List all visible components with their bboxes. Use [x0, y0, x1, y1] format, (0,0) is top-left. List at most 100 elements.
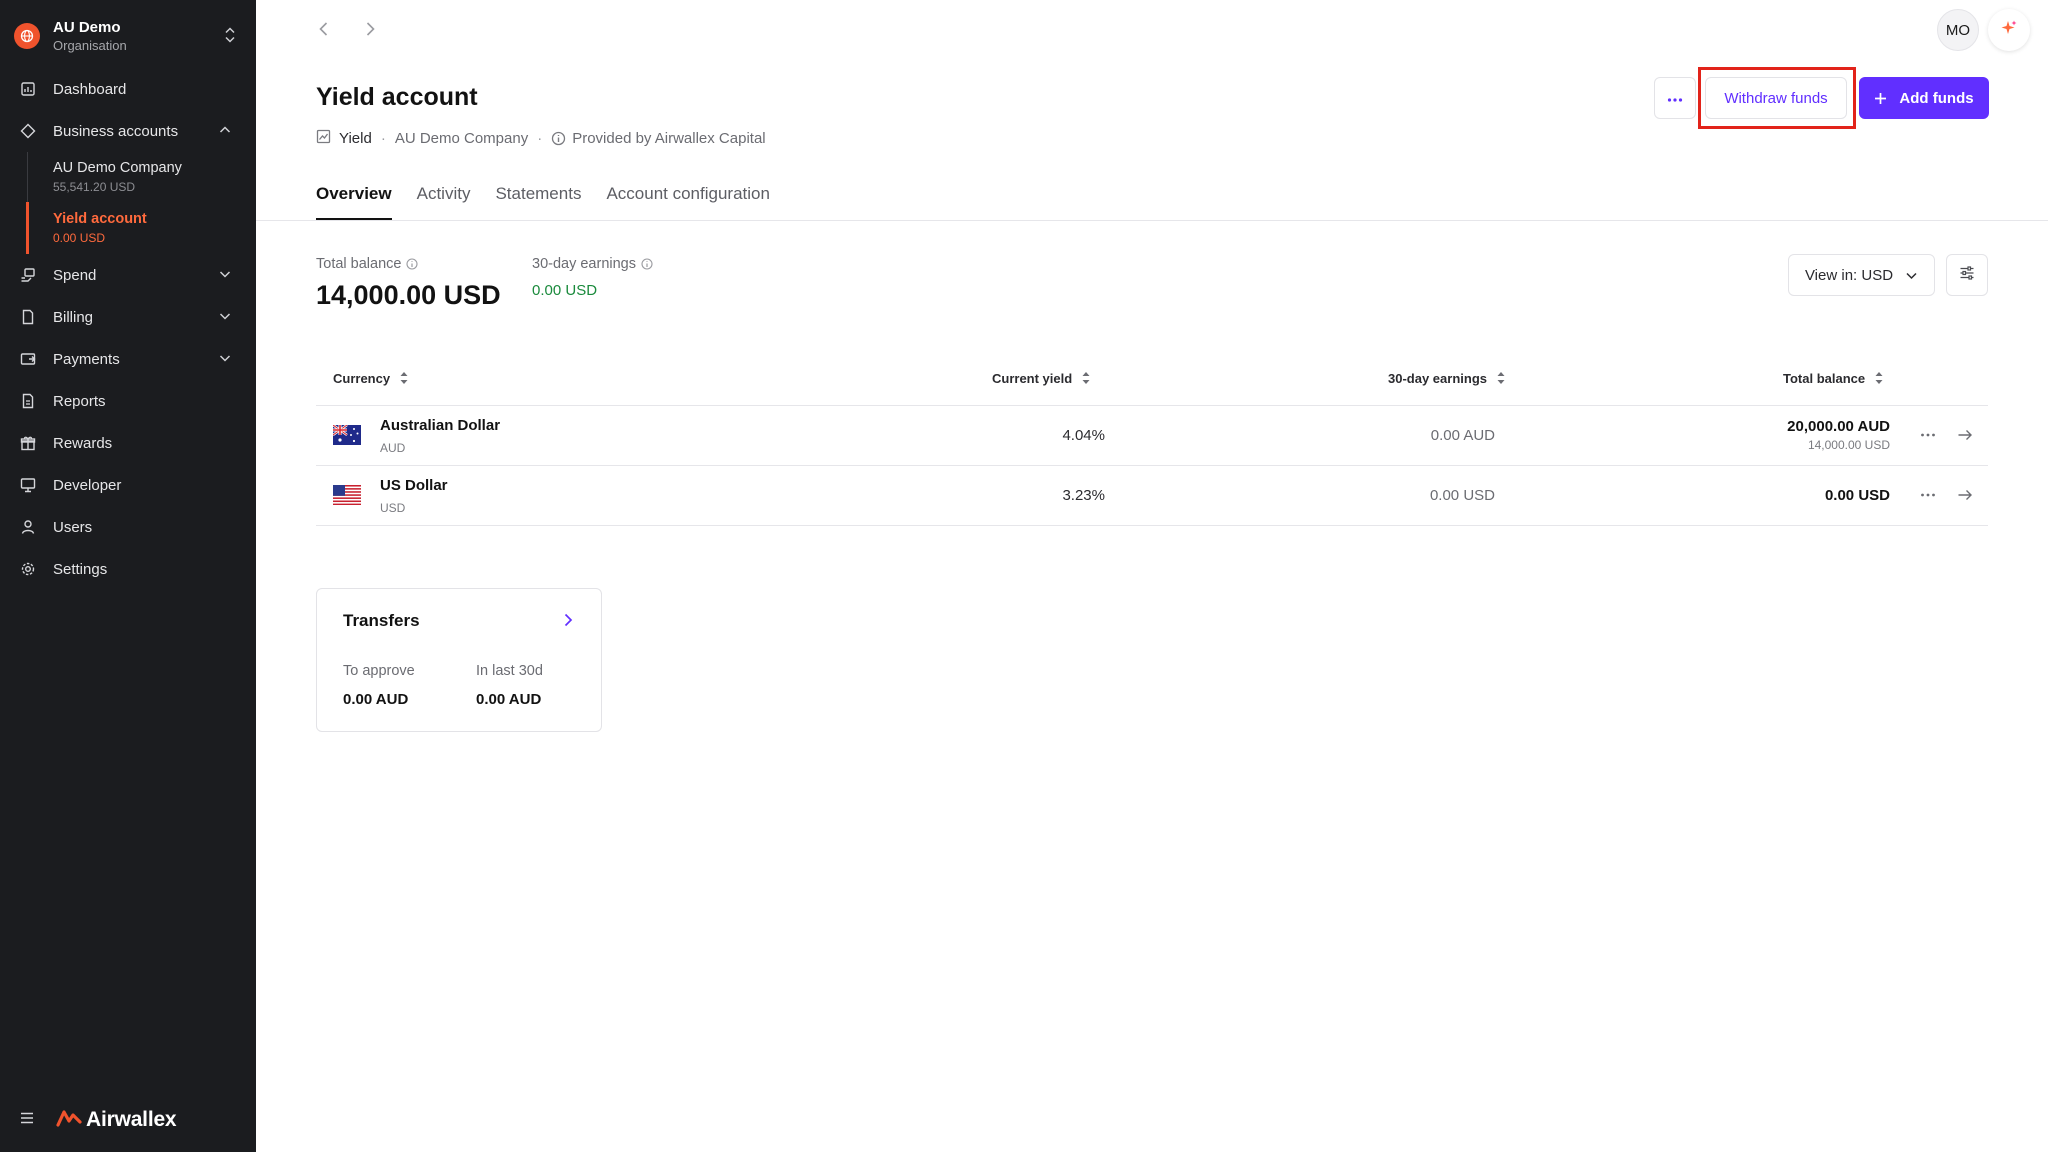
globe-icon — [14, 23, 40, 49]
account-balance: 55,541.20 USD — [53, 180, 136, 194]
row-more-icon[interactable] — [1920, 427, 1936, 448]
last-30d-label: In last 30d — [476, 663, 543, 679]
tab-bar: Overview Activity Statements Account con… — [316, 176, 795, 220]
meta-separator: · — [537, 130, 543, 147]
sidebar-item-settings[interactable]: Settings — [0, 548, 256, 590]
column-header-currency[interactable]: Currency — [333, 370, 409, 386]
info-icon[interactable] — [641, 258, 653, 270]
sidebar-item-label: Spend — [53, 266, 97, 284]
transfers-card: Transfers To approve 0.00 AUD In last 30… — [316, 588, 602, 732]
sparkle-icon — [2000, 19, 2018, 42]
add-funds-label: Add funds — [1899, 89, 1974, 107]
earnings-value: 0.00 USD — [532, 282, 598, 299]
sidebar-subitem-au-demo-company[interactable]: AU Demo Company 55,541.20 USD — [53, 152, 256, 203]
chevron-right-icon[interactable] — [561, 611, 575, 634]
column-header-current-yield[interactable]: Current yield — [992, 370, 1091, 386]
filter-settings-button[interactable] — [1946, 254, 1988, 296]
to-approve-block: To approve 0.00 AUD — [343, 663, 415, 708]
sidebar-item-billing[interactable]: Billing — [0, 296, 256, 338]
meta-separator: · — [380, 130, 386, 147]
column-header-30-day-earnings[interactable]: 30-day earnings — [1388, 370, 1506, 386]
gift-icon — [20, 435, 36, 451]
balance-value: 20,000.00 AUD — [1787, 418, 1890, 435]
more-actions-button[interactable] — [1654, 77, 1696, 119]
chevron-right-icon[interactable] — [362, 20, 378, 43]
sliders-icon — [1959, 265, 1975, 285]
currency-code: USD — [380, 501, 406, 515]
sort-icon — [399, 370, 409, 386]
gear-icon — [20, 561, 36, 577]
table-row[interactable]: US Dollar USD 3.23% 0.00 USD 0.00 USD — [316, 466, 1988, 526]
column-header-label: Total balance — [1783, 370, 1866, 386]
sidebar-item-business-accounts[interactable]: Business accounts — [0, 110, 256, 152]
table-row[interactable]: Australian Dollar AUD 4.04% 0.00 AUD 20,… — [316, 406, 1988, 466]
add-funds-button[interactable]: Add funds — [1859, 77, 1989, 119]
info-icon[interactable] — [406, 258, 419, 270]
tab-statements[interactable]: Statements — [495, 176, 581, 220]
column-header-total-balance[interactable]: Total balance — [1783, 370, 1884, 386]
earnings-block: 30-day earnings 0.00 USD — [532, 256, 653, 299]
dashboard-icon — [20, 81, 36, 97]
tabs-divider — [256, 220, 2048, 221]
account-type: Yield — [339, 130, 372, 147]
sidebar-item-developer[interactable]: Developer — [0, 464, 256, 506]
transfer-icon — [20, 351, 36, 367]
chevron-up-icon — [218, 123, 232, 142]
view-currency-select[interactable]: View in: USD — [1788, 254, 1935, 296]
sidebar: AU Demo Organisation Dashboard Business … — [0, 0, 256, 1152]
sort-icon — [1081, 370, 1091, 386]
chevron-down-icon — [218, 309, 232, 328]
sidebar-item-label: Reports — [53, 392, 106, 410]
business-accounts-subnav: AU Demo Company 55,541.20 USD Yield acco… — [0, 152, 256, 254]
row-more-icon[interactable] — [1920, 487, 1936, 508]
chevron-left-icon[interactable] — [316, 20, 332, 43]
total-balance-value: 14,000.00 USD — [316, 280, 501, 310]
ai-assistant-button[interactable] — [1988, 9, 2030, 51]
arrow-right-icon[interactable] — [1957, 426, 1973, 449]
account-balance: 0.00 USD — [53, 231, 106, 245]
subnav-active-indicator — [26, 202, 29, 254]
total-balance-label-text: Total balance — [316, 256, 402, 272]
account-name: AU Demo Company — [53, 160, 182, 176]
table-header: Currency Current yield 30-day earnings T… — [316, 356, 1988, 406]
org-switcher[interactable]: AU Demo Organisation — [14, 16, 242, 56]
sidebar-item-users[interactable]: Users — [0, 506, 256, 548]
tab-activity[interactable]: Activity — [417, 176, 471, 220]
column-header-label: Current yield — [992, 370, 1073, 386]
last-30d-value: 0.00 AUD — [476, 691, 542, 708]
user-icon — [20, 519, 36, 535]
hamburger-menu-icon[interactable] — [20, 1111, 34, 1129]
org-name: AU Demo — [53, 18, 121, 36]
airwallex-logo: Airwallex — [56, 1108, 177, 1132]
brand-name: Airwallex — [86, 1108, 177, 1131]
diamond-icon — [20, 123, 36, 139]
sidebar-item-payments[interactable]: Payments — [0, 338, 256, 380]
currency-name: US Dollar — [380, 477, 448, 494]
tab-overview[interactable]: Overview — [316, 176, 392, 220]
to-approve-value: 0.00 AUD — [343, 691, 409, 708]
currency-name: Australian Dollar — [380, 417, 501, 434]
sidebar-item-spend[interactable]: Spend — [0, 254, 256, 296]
sidebar-item-label: Rewards — [53, 434, 113, 452]
sidebar-item-label: Users — [53, 518, 93, 536]
column-header-label: Currency — [333, 370, 391, 386]
balance-value: 0.00 USD — [1824, 487, 1890, 504]
sidebar-item-label: Dashboard — [53, 80, 127, 98]
sidebar-nav: Dashboard Business accounts AU Demo Comp… — [0, 68, 256, 590]
page-title: Yield account — [316, 83, 478, 111]
sidebar-subitem-yield-account[interactable]: Yield account 0.00 USD — [53, 203, 256, 254]
sidebar-item-label: Business accounts — [53, 122, 179, 140]
sidebar-item-rewards[interactable]: Rewards — [0, 422, 256, 464]
sidebar-item-reports[interactable]: Reports — [0, 380, 256, 422]
sidebar-item-dashboard[interactable]: Dashboard — [0, 68, 256, 110]
tab-account-configuration[interactable]: Account configuration — [606, 176, 770, 220]
sidebar-item-label: Settings — [53, 560, 108, 578]
to-approve-label: To approve — [343, 663, 415, 679]
total-balance-cell: 0.00 USD — [1825, 487, 1890, 504]
card-hand-icon — [20, 267, 36, 283]
account-provider: Provided by Airwallex Capital — [572, 130, 766, 147]
balance-converted: 14,000.00 USD — [1807, 438, 1890, 452]
user-avatar[interactable]: MO — [1937, 9, 1979, 51]
arrow-right-icon[interactable] — [1957, 486, 1973, 509]
withdraw-funds-button[interactable]: Withdraw funds — [1705, 77, 1847, 119]
